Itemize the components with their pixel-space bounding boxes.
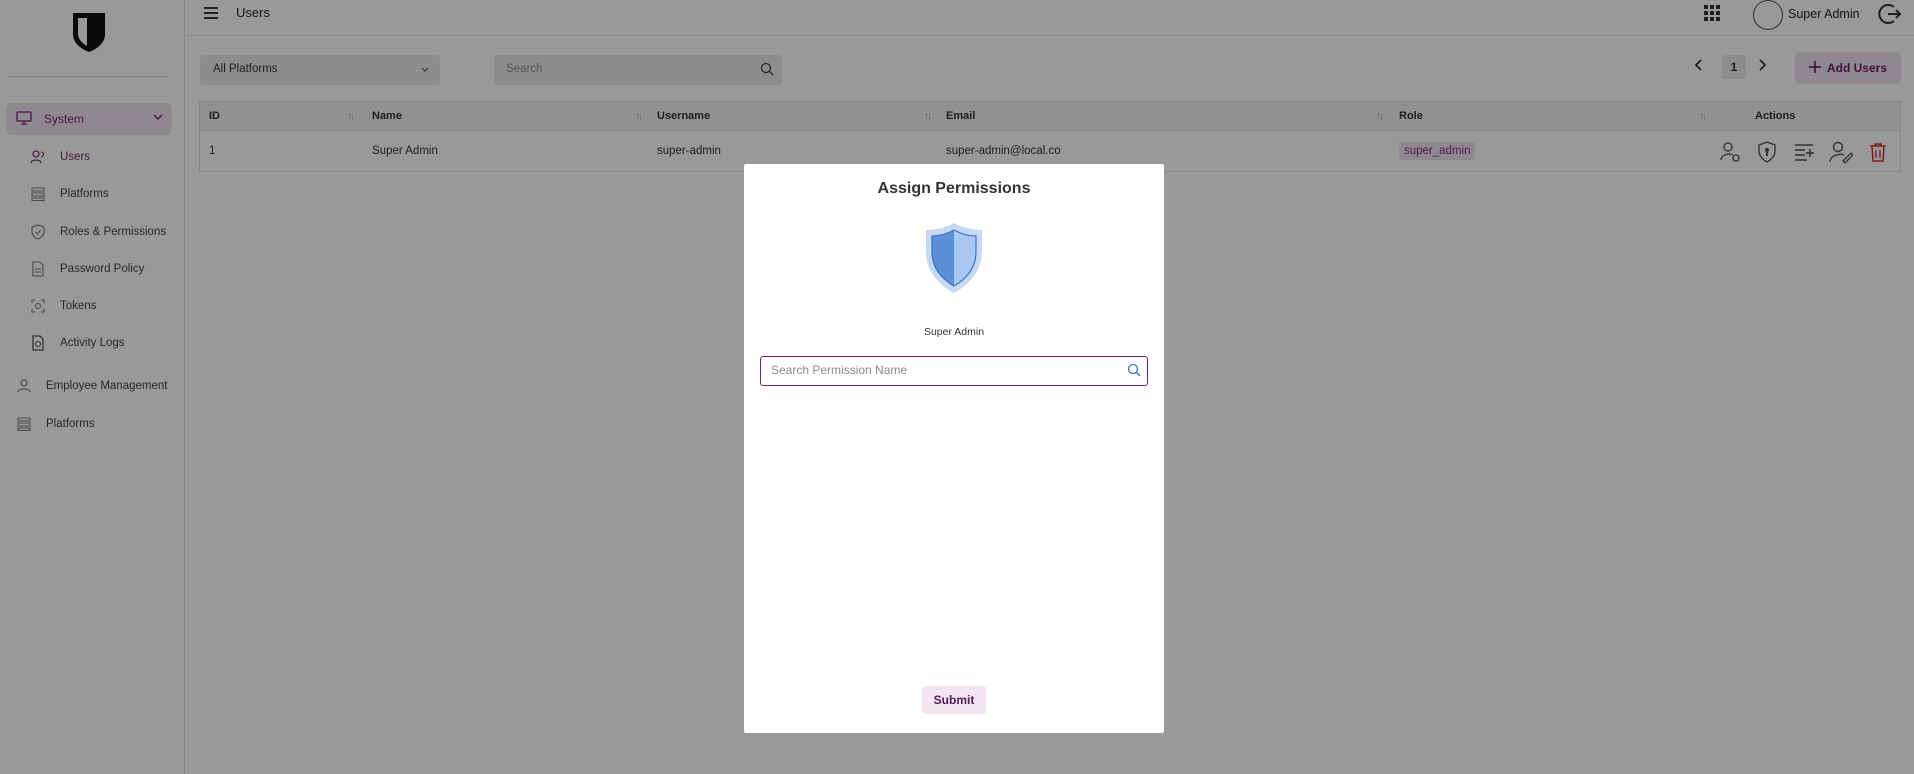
- search-icon[interactable]: [1127, 363, 1141, 380]
- permission-search-input[interactable]: [771, 357, 1111, 383]
- submit-button[interactable]: Submit: [922, 686, 986, 714]
- modal-user-name: Super Admin: [923, 326, 985, 338]
- modal-title: Assign Permissions: [877, 180, 1031, 197]
- assign-permissions-modal: Assign Permissions Super Admin Submit: [744, 164, 1164, 733]
- permission-search-field[interactable]: [760, 356, 1148, 386]
- shield-icon: [923, 221, 985, 298]
